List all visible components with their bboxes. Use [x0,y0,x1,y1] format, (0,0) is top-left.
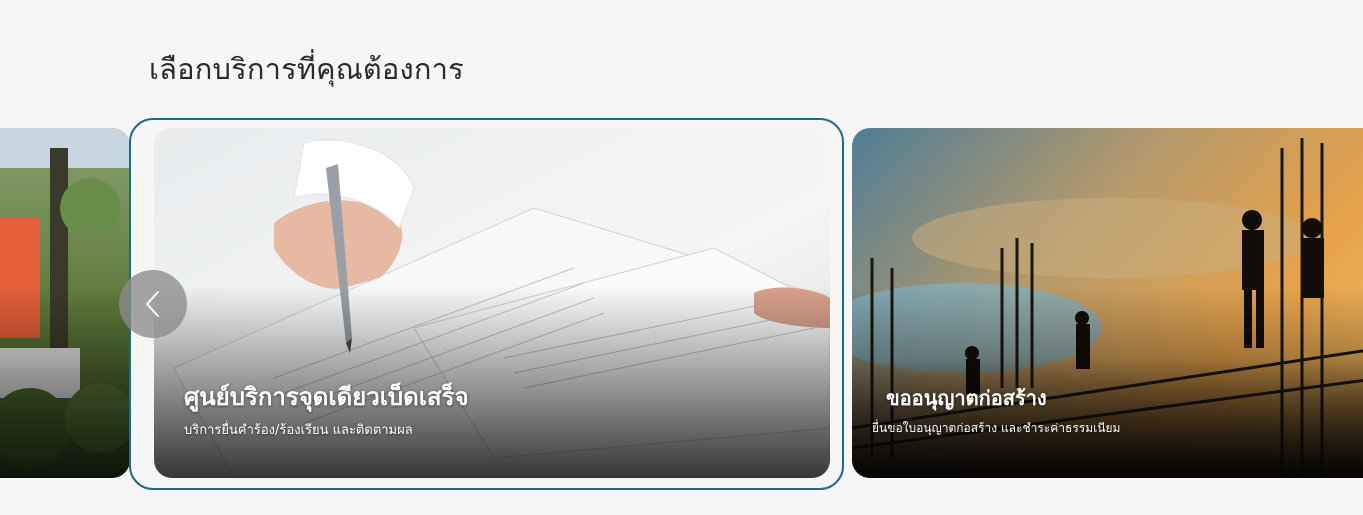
card-title-one-stop: ศูนย์บริการจุดเดียวเบ็ดเสร็จ [184,383,469,411]
chevron-left-icon [146,291,159,317]
service-card-one-stop[interactable]: ศูนย์บริการจุดเดียวเบ็ดเสร็จ บริการยื่นค… [154,128,830,478]
card-title-building-permit: ขออนุญาตก่อสร้าง [886,386,1047,410]
service-card-building-permit[interactable]: ขออนุญาตก่อสร้าง ยื่นขอใบอนุญาตก่อสร้าง … [852,128,1363,478]
services-page: เลือกบริการที่คุณต้องการ ศูนย์บริการจุดเ… [0,0,1363,515]
section-title: เลือกบริการที่คุณต้องการ [149,52,464,86]
carousel-prev-button[interactable] [119,270,187,338]
service-carousel: ศูนย์บริการจุดเดียวเบ็ดเสร็จ บริการยื่นค… [0,118,1363,493]
service-card-left[interactable] [0,128,130,478]
card-desc-one-stop: บริการยื่นคำร้อง/ร้องเรียน และติดตามผล [184,423,413,438]
card-left-shade [0,285,130,478]
card-desc-building-permit: ยื่นขอใบอนุญาตก่อสร้าง และชำระค่าธรรมเนี… [872,421,1121,435]
